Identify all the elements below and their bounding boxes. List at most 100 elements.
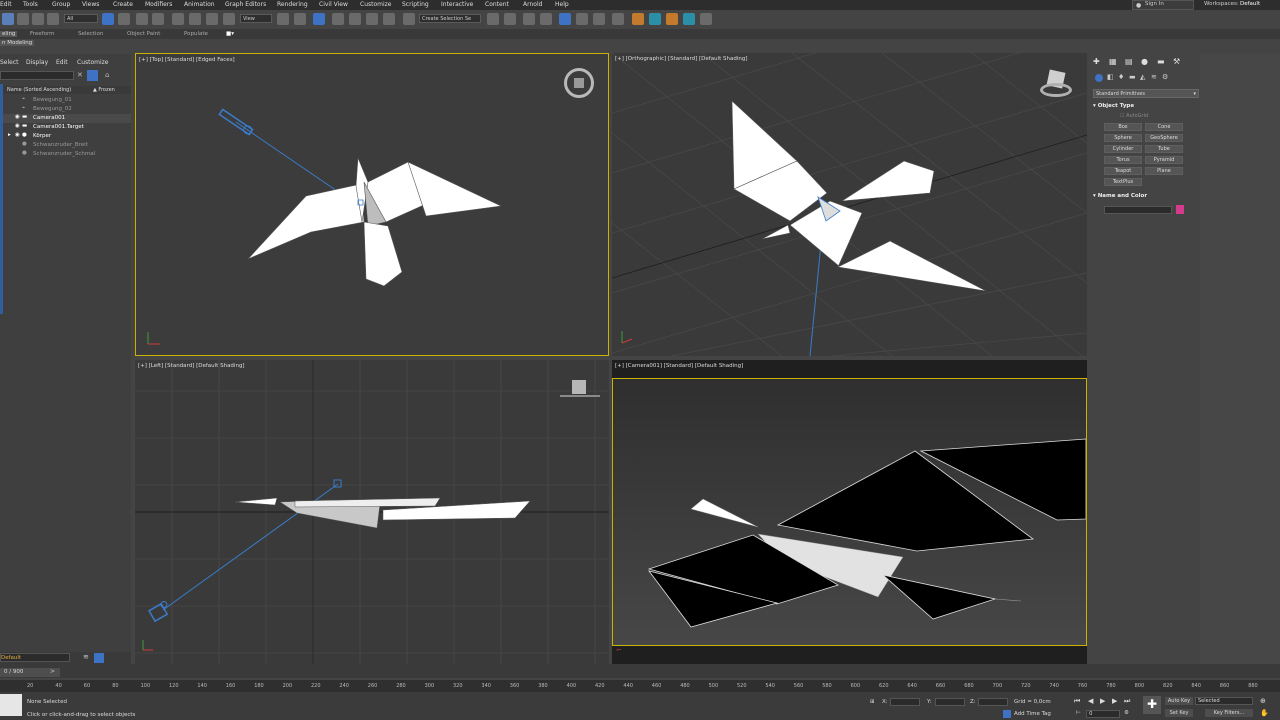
align-icon[interactable] [504,13,516,25]
select-object-icon[interactable] [102,13,114,25]
modify-tab-icon[interactable]: ▦ [1109,57,1117,66]
create-tab-icon[interactable]: ✚ [1093,57,1100,66]
time-config-icon[interactable]: ⚙ [1124,710,1129,716]
reference-coord-dropdown[interactable]: View [240,14,272,23]
link-icon[interactable] [17,13,29,25]
pyramid-button[interactable]: Pyramid [1145,156,1183,164]
render-setup-icon[interactable] [632,13,644,25]
scale-icon[interactable] [206,13,218,25]
snaps-toggle-icon[interactable] [332,13,344,25]
spinner-snap-icon[interactable] [383,13,395,25]
cylinder-button[interactable]: Cylinder [1104,145,1142,153]
tree-row[interactable]: ▸ ◉ ● Körper [0,132,131,141]
textplus-button[interactable]: TextPlus [1104,178,1142,186]
mirror-icon[interactable] [487,13,499,25]
object-color-swatch[interactable] [1176,205,1184,214]
render-cloud-icon[interactable] [683,13,695,25]
visibility-eye-icon[interactable]: ◉ [15,132,20,138]
pan-icon[interactable]: ✋ [1260,709,1269,717]
current-frame-input[interactable]: 0 [1086,710,1120,718]
viewcube-icon[interactable] [1040,69,1072,101]
object-type-rollout[interactable]: ▾ Object Type [1093,103,1134,109]
viewport-camera[interactable]: [+] [Camera001] [Standard] [Default Shad… [612,360,1087,664]
add-time-tag[interactable]: Add Time Tag [1014,711,1051,717]
menu-animation[interactable]: Animation [184,1,215,8]
rendered-frame-window-icon[interactable] [649,13,661,25]
ribbon-tab-object-paint[interactable]: Object Paint [127,31,160,37]
ribbon-tab-selection[interactable]: Selection [78,31,103,37]
menu-edit[interactable]: Edit [0,1,12,8]
set-key-button-icon[interactable]: ✚ [1143,696,1161,714]
layer-explorer-icon[interactable] [94,653,104,663]
menu-graph-editors[interactable]: Graph Editors [225,1,266,8]
ribbon-panel-label[interactable]: n Modeling [0,40,35,46]
viewcube-icon[interactable] [560,378,600,400]
keyboard-shortcut-icon[interactable] [313,13,325,25]
track-bar[interactable] [0,680,1280,692]
menu-scripting[interactable]: Scripting [402,1,429,8]
goto-end-icon[interactable]: ⏭ [1124,697,1130,706]
viewport-label[interactable]: [+] [Orthographic] [Standard] [Default S… [615,56,747,62]
time-tag-icon[interactable] [1003,710,1011,718]
geosphere-button[interactable]: GeoSphere [1145,134,1183,142]
tree-row[interactable]: ⌖ Bewegung_02 [0,105,131,114]
key-set-dropdown[interactable]: Selected [1195,697,1253,705]
geometry-category-icon[interactable] [1095,74,1103,82]
material-editor-icon[interactable] [612,13,624,25]
ribbon-tab-freeform[interactable]: Freeform [30,31,55,37]
visibility-eye-icon[interactable]: ◉ [15,114,20,120]
spacewarps-category-icon[interactable]: ≋ [1151,73,1157,81]
menu-arnold[interactable]: Arnold [523,1,542,8]
angle-snap-icon[interactable] [349,13,361,25]
select-by-name-icon[interactable] [118,13,130,25]
helpers-category-icon[interactable]: ◭ [1140,73,1145,81]
lights-category-icon[interactable]: ♦ [1118,73,1124,81]
autogrid-checkbox[interactable]: ☐ AutoGrid [1120,113,1148,119]
name-color-rollout[interactable]: ▾ Name and Color [1093,193,1147,199]
tree-row[interactable]: ◉ ▬ Camera001 [0,114,131,123]
current-layer-field[interactable]: Default [0,653,70,662]
sphere-button[interactable]: Sphere [1104,134,1142,142]
next-frame-arrow-icon[interactable]: > [50,668,55,675]
render-production-icon[interactable] [666,13,678,25]
toggle-scene-explorer-icon[interactable] [523,13,535,25]
lock-icon[interactable]: ⌂ [105,71,109,79]
percent-snap-icon[interactable] [366,13,378,25]
window-crossing-icon[interactable] [152,13,164,25]
x-coordinate-input[interactable] [890,698,920,706]
menu-civil-view[interactable]: Civil View [319,1,348,8]
toggle-layer-explorer-icon[interactable] [540,13,552,25]
render-gallery-icon[interactable] [700,13,712,25]
ribbon-tab-populate[interactable]: Populate [184,31,208,37]
ribbon-options-icon[interactable]: ■▾ [226,31,234,37]
viewport-label[interactable]: [+] [Left] [Standard] [Default Shading] [138,363,245,369]
isolate-icon[interactable]: ⊞ [870,699,875,705]
systems-category-icon[interactable]: ⚙ [1162,73,1168,81]
select-manipulate-icon[interactable] [294,13,306,25]
ribbon-tab-modeling[interactable]: eling [0,31,18,37]
time-slider-track[interactable] [0,664,1280,678]
zoom-icon[interactable]: ⊕ [1260,697,1266,705]
menu-interactive[interactable]: Interactive [441,1,473,8]
curve-editor-icon[interactable] [576,13,588,25]
rect-selection-icon[interactable] [136,13,148,25]
menu-modifiers[interactable]: Modifiers [145,1,172,8]
pivot-center-icon[interactable] [277,13,289,25]
cone-button[interactable]: Cone [1145,123,1183,131]
prev-frame-icon[interactable]: ◀ [1088,697,1093,705]
menu-create[interactable]: Create [113,1,133,8]
workspace-value[interactable]: Default [1240,1,1260,7]
viewcube-compass-icon[interactable] [564,68,594,98]
visibility-eye-icon[interactable]: ◉ [15,123,20,129]
column-name[interactable]: Name (Sorted Ascending) [7,87,71,93]
tube-button[interactable]: Tube [1145,145,1183,153]
teapot-button[interactable]: Teapot [1104,167,1142,175]
utilities-tab-icon[interactable]: ⚒ [1173,57,1180,66]
expand-arrow-icon[interactable]: ▸ [8,132,11,138]
clear-search-icon[interactable]: ✕ [77,71,83,79]
explorer-menu-edit[interactable]: Edit [56,59,68,66]
key-mode-icon[interactable]: ⊢ [1076,710,1081,716]
shapes-category-icon[interactable]: ◧ [1107,73,1114,81]
sign-in-dropdown[interactable]: ● Sign In [1132,0,1194,10]
selection-filter-dropdown[interactable]: All [64,14,98,23]
